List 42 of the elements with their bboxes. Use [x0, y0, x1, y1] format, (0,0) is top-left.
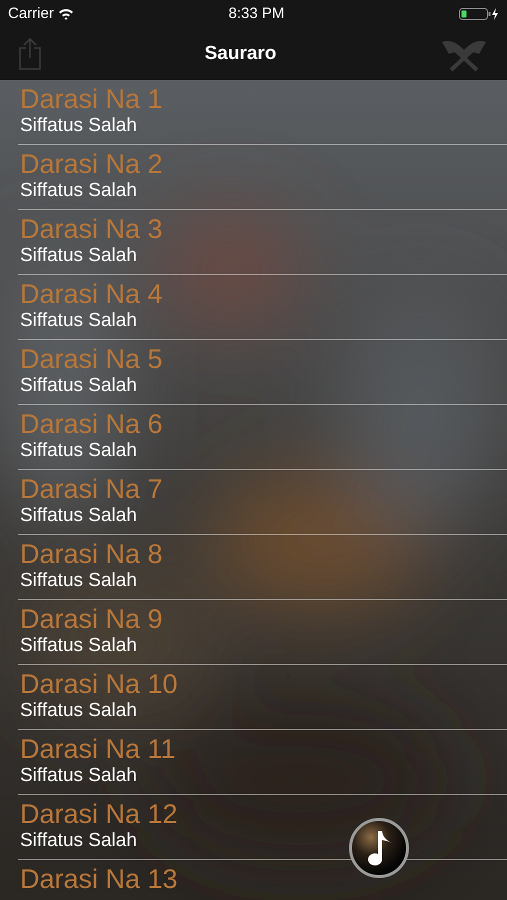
lesson-subtitle: Siffatus Salah	[19, 569, 137, 593]
lesson-row[interactable]: Darasi Na 3 Siffatus Salah	[18, 210, 507, 275]
share-icon[interactable]	[18, 38, 42, 70]
lesson-row[interactable]: Darasi Na 10 Siffatus Salah	[18, 665, 507, 730]
lesson-row[interactable]: Darasi Na 1 Siffatus Salah	[18, 80, 507, 145]
lesson-row[interactable]: Darasi Na 8 Siffatus Salah	[18, 535, 507, 600]
lesson-title: Darasi Na 13	[19, 864, 178, 894]
lesson-title: Darasi Na 10	[19, 669, 178, 699]
lesson-row[interactable]: Darasi Na 6 Siffatus Salah	[18, 405, 507, 470]
lesson-title: Darasi Na 8	[19, 539, 163, 569]
lesson-subtitle: Siffatus Salah	[19, 244, 137, 268]
lesson-subtitle: Siffatus Salah	[19, 439, 137, 463]
lesson-row[interactable]: Darasi Na 11 Siffatus Salah	[18, 730, 507, 795]
lesson-subtitle: Siffatus Salah	[19, 374, 137, 398]
lesson-subtitle: Siffatus Salah	[19, 829, 137, 853]
lesson-title: Darasi Na 7	[19, 474, 163, 504]
lesson-title: Darasi Na 1	[19, 84, 163, 114]
lesson-title: Darasi Na 4	[19, 279, 163, 309]
lesson-subtitle: Siffatus Salah	[19, 699, 137, 723]
lesson-title: Darasi Na 12	[19, 799, 178, 829]
lesson-row[interactable]: Darasi Na 9 Siffatus Salah	[18, 600, 507, 665]
lesson-row[interactable]: Darasi Na 2 Siffatus Salah	[18, 145, 507, 210]
lesson-subtitle: Siffatus Salah	[19, 309, 137, 333]
lesson-title: Darasi Na 9	[19, 604, 163, 634]
clock-time: 8:33 PM	[228, 4, 284, 24]
lesson-subtitle: Siffatus Salah	[19, 114, 137, 138]
lesson-row[interactable]: Darasi Na 5 Siffatus Salah	[18, 340, 507, 405]
lesson-subtitle: Siffatus Salah	[19, 764, 137, 788]
lesson-title: Darasi Na 11	[19, 734, 176, 764]
lesson-subtitle: Siffatus Salah	[19, 634, 137, 658]
lesson-subtitle: Siffatus Salah	[19, 179, 137, 203]
wifi-icon	[58, 8, 74, 20]
carrier-name: Carrier	[8, 4, 54, 24]
battery-icon	[459, 7, 499, 21]
lesson-title: Darasi Na 6	[19, 409, 163, 439]
lesson-title: Darasi Na 5	[19, 344, 163, 374]
lesson-subtitle: Siffatus Salah	[19, 504, 137, 528]
lesson-title: Darasi Na 3	[19, 214, 163, 244]
screen-title: Sauraro	[204, 42, 276, 66]
lesson-row[interactable]: Darasi Na 7 Siffatus Salah	[18, 470, 507, 535]
lesson-row[interactable]: Darasi Na 4 Siffatus Salah	[18, 275, 507, 340]
lesson-title: Darasi Na 2	[19, 149, 163, 179]
